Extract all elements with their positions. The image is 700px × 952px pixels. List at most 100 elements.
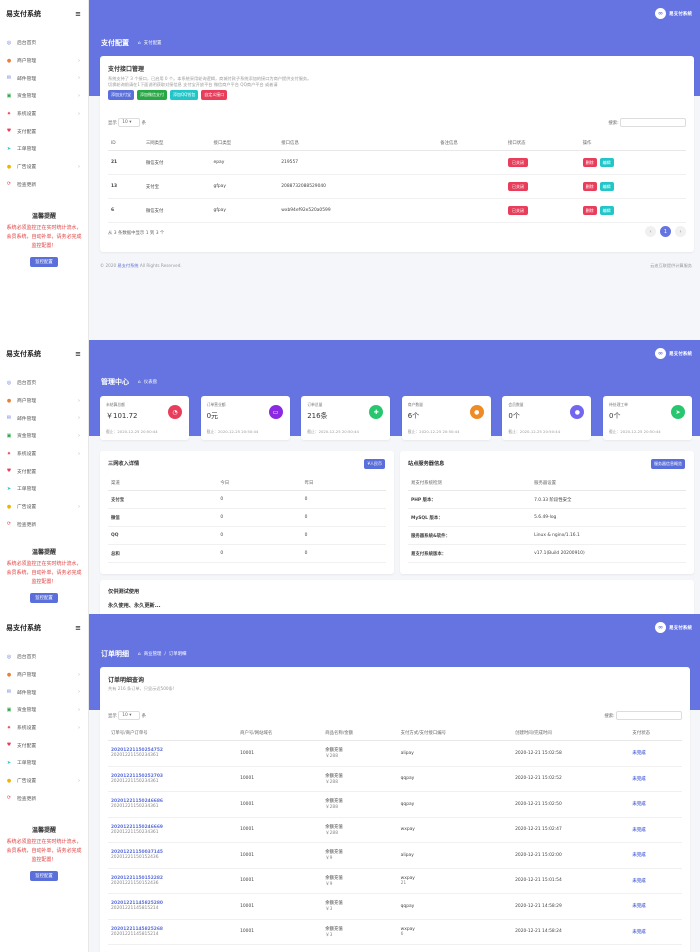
page-size-select[interactable]: 10 ▾ <box>118 711 141 720</box>
edit-button[interactable]: 编辑 <box>599 205 614 215</box>
sidebar-item[interactable]: ● 商户管理 › <box>0 666 88 684</box>
status-cell: 未完成 <box>629 868 682 894</box>
edit-button[interactable]: 编辑 <box>599 181 614 191</box>
sidebar-item[interactable]: ✷ 系统设置 › <box>0 105 88 123</box>
status-cell: 未完成 <box>629 842 682 869</box>
sidebar-item-label: 系统设置 <box>17 452 37 458</box>
order-cell: 20201221150252703 20201221150234361 <box>108 766 238 792</box>
api-cell: gfpay <box>210 174 279 199</box>
status-toggle-button[interactable]: 已关闭 <box>507 157 528 167</box>
id-cell: 13 <box>108 174 143 199</box>
chevron-right-icon: › <box>78 163 80 170</box>
sidebar-item[interactable]: ✉ 邮件管理 › <box>0 409 88 427</box>
payment-method: qqpay <box>400 903 415 909</box>
income-card: 三网收入详情 ¥人民币 渠道 今日 昨日 支付宝 0 0 微信 0 0 QQ 0 0 总和 0 0 <box>100 451 394 574</box>
edit-button[interactable]: 编辑 <box>599 157 614 167</box>
cloud-logo-icon: ∞ <box>655 8 667 19</box>
payment-cell: qqpay <box>397 893 513 920</box>
monitor-config-button[interactable]: 监控配置 <box>30 257 58 268</box>
payment-method: alipay <box>400 750 414 756</box>
status-toggle-button[interactable]: 已关闭 <box>507 181 528 191</box>
delete-button[interactable]: 删除 <box>582 205 597 215</box>
sidebar-item[interactable]: ● 广告设置 › <box>0 498 88 516</box>
menu-toggle-icon[interactable]: ≡ <box>75 10 81 18</box>
user-icon: ● <box>6 671 12 678</box>
add-interface-button[interactable]: 添加QQ钱包 <box>170 90 199 100</box>
add-interface-button[interactable]: 自定义接口 <box>201 90 228 100</box>
breadcrumb-2[interactable]: 订单明细 <box>169 651 187 657</box>
home-icon[interactable]: ⌂ <box>138 652 141 657</box>
prev-page-button[interactable]: ‹ <box>645 226 656 237</box>
goods-amount: ￥9 <box>325 856 333 862</box>
home-icon[interactable]: ⌂ <box>138 41 141 46</box>
status-cell: 未完成 <box>629 791 682 818</box>
home-icon[interactable]: ⌂ <box>138 380 141 385</box>
sidebar-item[interactable]: ▣ 资金管理 › <box>0 427 88 445</box>
sidebar-item[interactable]: ● 广告设置 › <box>0 772 88 790</box>
update-icon: ⟳ <box>6 521 12 528</box>
add-interface-button[interactable]: 添加微信支付 <box>137 90 167 100</box>
delete-button[interactable]: 删除 <box>582 181 597 191</box>
sidebar-item[interactable]: ▣ 资金管理 › <box>0 701 88 719</box>
time-cell: 2020-12-21 15:02:00 <box>512 842 630 869</box>
sidebar-item[interactable]: ● 商户管理 › <box>0 52 88 70</box>
server-title: 站点服务器信息 <box>408 461 445 467</box>
type-cell: 支付宝 <box>142 174 211 199</box>
order-table: 订单号/商户订单号 商户号/网站域名 商品名称/金额 支付方式/支付接口编号 创建时间/… <box>108 726 682 945</box>
sidebar-item[interactable]: ● 广告设置 › <box>0 158 88 176</box>
sidebar-item[interactable]: ⟳ 检查更新 <box>0 790 88 808</box>
sidebar-item[interactable]: ● 商户管理 › <box>0 392 88 410</box>
table-row: MySQL 版本： 5.6.49-log <box>408 508 686 527</box>
footer-brand-link[interactable]: 易支付系统 <box>118 263 139 268</box>
sidebar-item[interactable]: ♥ 支付配置 <box>0 736 88 754</box>
search-input[interactable] <box>620 118 686 127</box>
sidebar-item[interactable]: ➤ 工单管理 <box>0 754 88 772</box>
breadcrumb[interactable]: 支付配置 <box>144 40 162 46</box>
sidebar-item[interactable]: ✉ 邮件管理 › <box>0 683 88 701</box>
app-name: 易支付系统 <box>6 350 41 358</box>
breadcrumb[interactable]: 仪表盘 <box>144 379 157 385</box>
stat-icon: ▭ <box>268 405 283 419</box>
stat-card: 会员数量 0个 截止：2020-12-25 20:50:44 ● <box>502 396 592 440</box>
sidebar-item[interactable]: ✉ 邮件管理 › <box>0 69 88 87</box>
sidebar-item[interactable]: ✷ 系统设置 › <box>0 719 88 737</box>
sidebar-item[interactable]: ♥ 支付配置 <box>0 462 88 480</box>
monitor-config-button[interactable]: 监控配置 <box>30 593 58 604</box>
sidebar-item[interactable]: ➤ 工单管理 <box>0 140 88 158</box>
show-label: 显示 <box>108 121 117 126</box>
sidebar-item[interactable]: ◎ 后台首页 <box>0 648 88 666</box>
sidebar-item[interactable]: ➤ 工单管理 <box>0 480 88 498</box>
sidebar-item[interactable]: ▣ 资金管理 › <box>0 87 88 105</box>
type-cell: 微信支付 <box>142 198 211 223</box>
breadcrumb-1[interactable]: 商业管理 <box>144 651 162 657</box>
menu-toggle-icon[interactable]: ≡ <box>75 624 81 632</box>
delete-button[interactable]: 删除 <box>582 157 597 167</box>
sidebar-item-label: 邮件管理 <box>17 76 37 82</box>
sidebar-item[interactable]: ⟳ 检查更新 <box>0 516 88 534</box>
payment-interface-card: 支付接口管理 系统支持了 3 个接口，已启用 0 个。本系统采用轮询逻辑，商城付… <box>100 56 694 252</box>
order-cell: 20201221150037145 20201221150152436 <box>108 842 238 869</box>
currency-button[interactable]: ¥人民币 <box>364 459 385 469</box>
add-interface-button[interactable]: 添加支付宝 <box>108 90 134 100</box>
sidebar-item-label: 系统设置 <box>17 112 37 118</box>
page-size-select[interactable]: 10 ▾ <box>118 118 141 127</box>
sidebar-item[interactable]: ✷ 系统设置 › <box>0 445 88 463</box>
sidebar-item[interactable]: ◎ 后台首页 <box>0 374 88 392</box>
status-toggle-button[interactable]: 已关闭 <box>507 205 528 215</box>
time-cell: 2020-12-21 15:02:52 <box>512 766 630 792</box>
next-page-button[interactable]: › <box>675 226 686 237</box>
search-input[interactable] <box>616 711 682 720</box>
server-table: 易支付系统检测 服务器设置 PHP 版本： 7.0.33 阶段性安全 MySQL 版本：… <box>408 476 686 563</box>
menu-toggle-icon[interactable]: ≡ <box>75 350 81 358</box>
sidebar-item-label: 邮件管理 <box>17 690 37 696</box>
sidebar-item[interactable]: ◎ 后台首页 <box>0 34 88 52</box>
table-row: QQ 0 0 <box>108 526 386 545</box>
sidebar-item[interactable]: ♥ 支付配置 <box>0 122 88 140</box>
dashboard-icon: ◎ <box>6 39 12 46</box>
sidebar-item[interactable]: ⟳ 检查更新 <box>0 176 88 194</box>
page-1-button[interactable]: 1 <box>660 226 671 237</box>
monitor-config-button[interactable]: 监控配置 <box>30 871 58 882</box>
type-cell: 微信支付 <box>142 150 211 175</box>
server-overview-button[interactable]: 服务器信息概览 <box>651 459 685 469</box>
chevron-right-icon: › <box>78 57 80 64</box>
